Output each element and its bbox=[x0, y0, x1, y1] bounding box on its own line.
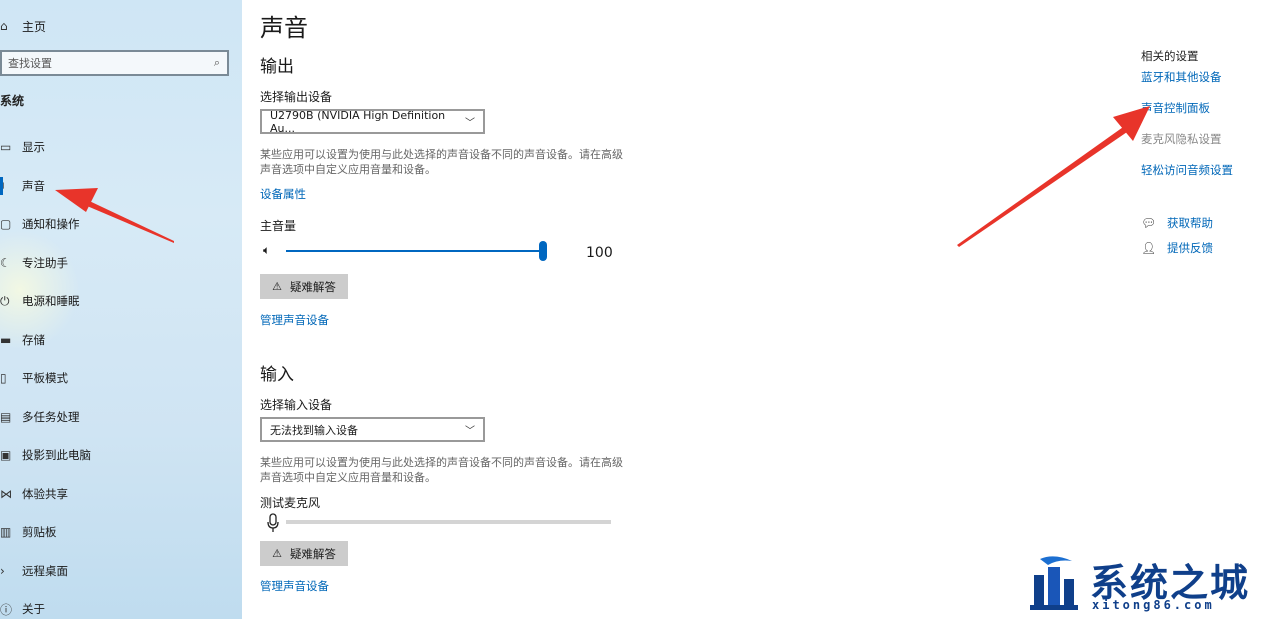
sidebar-home-label: 主页 bbox=[22, 19, 47, 34]
speaker-icon: 🔈︎ bbox=[0, 178, 8, 193]
output-device-value: U2790B (NVIDIA High Definition Au... bbox=[270, 108, 446, 135]
info-icon: ⓘ bbox=[0, 602, 13, 617]
search-icon[interactable]: ⌕ bbox=[207, 56, 227, 70]
sidebar-item-label: 多任务处理 bbox=[22, 409, 80, 424]
help-chat-icon: 💬︎ bbox=[1141, 216, 1157, 230]
microphone-icon bbox=[267, 513, 279, 532]
sidebar-item-storage[interactable]: ▬ 存储 bbox=[0, 321, 242, 360]
sidebar-item-label: 投影到此电脑 bbox=[22, 448, 91, 463]
sidebar-item-label: 剪贴板 bbox=[22, 525, 57, 540]
mic-level-bar bbox=[286, 520, 611, 524]
give-feedback-link[interactable]: 👤︎ 提供反馈 bbox=[1141, 240, 1213, 256]
sidebar-item-label: 声音 bbox=[22, 178, 45, 193]
volume-value: 100 bbox=[586, 245, 613, 261]
input-device-label: 选择输入设备 bbox=[260, 398, 333, 412]
power-icon: ⏻ bbox=[0, 293, 10, 308]
sidebar-item-label: 平板模式 bbox=[22, 371, 68, 386]
sidebar-item-display[interactable]: ▭ 显示 bbox=[0, 128, 242, 167]
input-hint: 某些应用可以设置为使用与此处选择的声音设备不同的声音设备。请在高级声音选项中自定… bbox=[260, 456, 623, 484]
sidebar-item-projecting[interactable]: ▣ 投影到此电脑 bbox=[0, 436, 242, 475]
sound-control-panel-link[interactable]: 声音控制面板 bbox=[1141, 100, 1210, 116]
sidebar-item-about[interactable]: ⓘ 关于 bbox=[0, 590, 242, 619]
output-troubleshoot-label: 疑难解答 bbox=[289, 279, 336, 294]
notification-icon: ▢ bbox=[0, 217, 12, 232]
search-box[interactable]: ⌕ bbox=[0, 50, 229, 76]
sidebar-item-label: 关于 bbox=[22, 602, 45, 617]
sidebar-item-sound[interactable]: 🔈︎ 声音 bbox=[0, 167, 242, 206]
page-title: 声音 bbox=[260, 14, 308, 42]
volume-slider-fill bbox=[286, 250, 544, 252]
input-troubleshoot-button[interactable]: ⚠ 疑难解答 bbox=[260, 541, 348, 566]
input-device-value: 无法找到输入设备 bbox=[270, 423, 358, 437]
input-manage-devices-link[interactable]: 管理声音设备 bbox=[260, 578, 329, 594]
get-help-link[interactable]: 💬︎ 获取帮助 bbox=[1141, 215, 1213, 231]
sidebar-item-tablet[interactable]: ▯ 平板模式 bbox=[0, 359, 242, 398]
output-hint: 某些应用可以设置为使用与此处选择的声音设备不同的声音设备。请在高级声音选项中自定… bbox=[260, 148, 623, 176]
search-input[interactable] bbox=[8, 56, 207, 70]
sidebar: ⌂ 主页 ⌕ 系统 ▭ 显示 🔈︎ 声音 ▢ 通知和操作 ☾ 专注助手 ⏻ 电源… bbox=[0, 0, 242, 619]
sidebar-nav: ▭ 显示 🔈︎ 声音 ▢ 通知和操作 ☾ 专注助手 ⏻ 电源和睡眠 ▬ 存储 ▯… bbox=[0, 128, 242, 619]
sidebar-item-label: 电源和睡眠 bbox=[22, 294, 80, 309]
multitask-icon: ▤ bbox=[0, 409, 12, 424]
chevron-down-icon: ﹀ bbox=[465, 118, 475, 129]
share-icon: ⋈ bbox=[0, 486, 12, 501]
master-volume-label: 主音量 bbox=[260, 219, 297, 233]
sidebar-item-shared-experiences[interactable]: ⋈ 体验共享 bbox=[0, 475, 242, 514]
bluetooth-devices-link[interactable]: 蓝牙和其他设备 bbox=[1141, 69, 1222, 85]
sidebar-section-label: 系统 bbox=[0, 94, 25, 108]
give-feedback-label: 提供反馈 bbox=[1167, 241, 1213, 255]
mic-privacy-link[interactable]: 麦克风隐私设置 bbox=[1141, 131, 1222, 147]
test-mic-label: 测试麦克风 bbox=[260, 496, 321, 510]
device-properties-link[interactable]: 设备属性 bbox=[260, 186, 306, 202]
sidebar-item-label: 体验共享 bbox=[22, 486, 68, 501]
display-icon: ▭ bbox=[0, 140, 12, 155]
watermark-url: xitong86.com bbox=[1092, 598, 1215, 612]
related-settings-title: 相关的设置 bbox=[1141, 49, 1199, 63]
input-troubleshoot-label: 疑难解答 bbox=[289, 546, 336, 561]
chevron-down-icon: ﹀ bbox=[465, 426, 475, 437]
sidebar-item-label: 存储 bbox=[22, 332, 45, 347]
sidebar-home[interactable]: ⌂ 主页 bbox=[0, 16, 46, 36]
ease-of-access-audio-link[interactable]: 轻松访问音频设置 bbox=[1141, 162, 1233, 178]
output-device-label: 选择输出设备 bbox=[260, 90, 333, 104]
input-device-dropdown[interactable]: 无法找到输入设备 ﹀ bbox=[260, 417, 485, 442]
moon-icon: ☾ bbox=[0, 255, 11, 270]
home-icon: ⌂ bbox=[0, 19, 8, 33]
speaker-icon[interactable]: 🔈︎ bbox=[263, 243, 270, 258]
output-troubleshoot-button[interactable]: ⚠ 疑难解答 bbox=[260, 274, 348, 299]
output-heading: 输出 bbox=[260, 57, 294, 77]
project-icon: ▣ bbox=[0, 448, 12, 463]
clipboard-icon: ▥ bbox=[0, 525, 12, 540]
arrow-to-sound-control-panel bbox=[957, 106, 1150, 247]
sidebar-item-label: 通知和操作 bbox=[22, 217, 80, 232]
warning-icon: ⚠ bbox=[272, 547, 282, 560]
sidebar-item-label: 远程桌面 bbox=[22, 563, 68, 578]
remote-desktop-icon: › bbox=[0, 563, 5, 578]
feedback-icon: 👤︎ bbox=[1141, 241, 1157, 255]
sidebar-item-clipboard[interactable]: ▥ 剪贴板 bbox=[0, 513, 242, 552]
get-help-label: 获取帮助 bbox=[1167, 216, 1213, 230]
storage-icon: ▬ bbox=[0, 332, 12, 347]
warning-icon: ⚠ bbox=[272, 280, 282, 293]
sidebar-item-focus-assist[interactable]: ☾ 专注助手 bbox=[0, 244, 242, 283]
sidebar-item-label: 专注助手 bbox=[22, 255, 68, 270]
sidebar-item-notifications[interactable]: ▢ 通知和操作 bbox=[0, 205, 242, 244]
output-device-dropdown[interactable]: U2790B (NVIDIA High Definition Au... ﹀ bbox=[260, 108, 485, 135]
volume-slider-thumb[interactable] bbox=[539, 241, 547, 261]
input-heading: 输入 bbox=[260, 365, 294, 385]
tablet-icon: ▯ bbox=[0, 371, 7, 386]
sidebar-item-label: 显示 bbox=[22, 140, 45, 155]
sidebar-item-remote-desktop[interactable]: › 远程桌面 bbox=[0, 552, 242, 591]
sidebar-item-multitasking[interactable]: ▤ 多任务处理 bbox=[0, 398, 242, 437]
volume-slider-track[interactable] bbox=[286, 250, 544, 252]
output-manage-devices-link[interactable]: 管理声音设备 bbox=[260, 312, 329, 328]
watermark-logo bbox=[1030, 556, 1078, 610]
sidebar-item-power[interactable]: ⏻ 电源和睡眠 bbox=[0, 282, 242, 321]
